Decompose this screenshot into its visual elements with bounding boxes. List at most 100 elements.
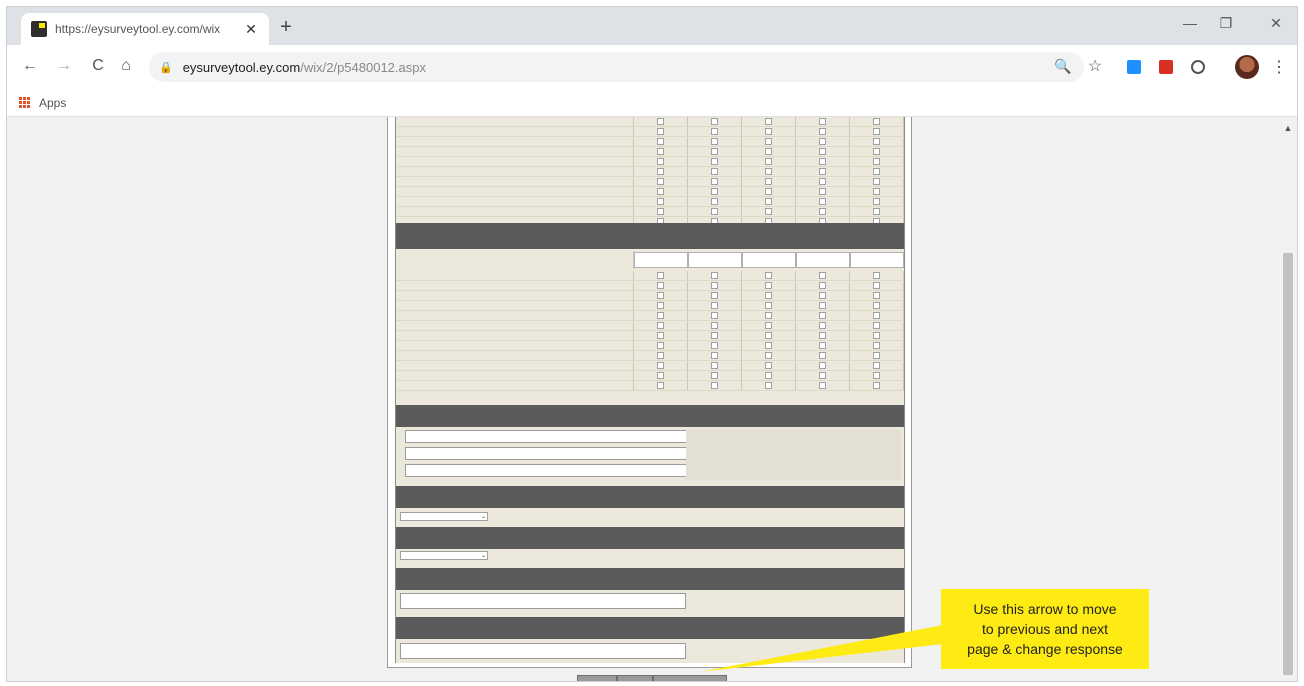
new-tab-button[interactable]: + — [275, 16, 297, 39]
rating-checkbox[interactable] — [634, 321, 688, 330]
rating-checkbox[interactable] — [688, 137, 742, 146]
rating-checkbox[interactable] — [742, 137, 796, 146]
rating-checkbox[interactable] — [688, 127, 742, 136]
rating-checkbox[interactable] — [742, 187, 796, 196]
rating-checkbox[interactable] — [634, 197, 688, 206]
rating-checkbox[interactable] — [796, 147, 850, 156]
rating-checkbox[interactable] — [634, 127, 688, 136]
rating-checkbox[interactable] — [796, 177, 850, 186]
rank-input-1[interactable] — [405, 430, 687, 443]
rating-checkbox[interactable] — [634, 271, 688, 280]
browser-tab[interactable]: https://eysurveytool.ey.com/wix ✕ — [21, 13, 269, 45]
rating-checkbox[interactable] — [796, 157, 850, 166]
back-button[interactable]: ← — [19, 57, 41, 75]
rank-input-3[interactable] — [405, 464, 687, 477]
rating-checkbox[interactable] — [634, 291, 688, 300]
rating-checkbox[interactable] — [634, 301, 688, 310]
rating-checkbox[interactable] — [796, 351, 850, 360]
rating-checkbox[interactable] — [796, 341, 850, 350]
address-bar[interactable]: 🔒 eysurveytool.ey.com /wix/2/p5480012.as… — [149, 52, 1084, 82]
rating-checkbox[interactable] — [688, 147, 742, 156]
rating-checkbox[interactable] — [688, 311, 742, 320]
apps-bookmark[interactable]: Apps — [39, 96, 66, 110]
rating-checkbox[interactable] — [742, 331, 796, 340]
rating-checkbox[interactable] — [688, 197, 742, 206]
rating-checkbox[interactable] — [634, 281, 688, 290]
rating-checkbox[interactable] — [796, 167, 850, 176]
windows-extension-icon[interactable] — [1127, 60, 1141, 74]
rating-checkbox[interactable] — [742, 207, 796, 216]
rating-checkbox[interactable] — [742, 167, 796, 176]
rating-checkbox[interactable] — [850, 137, 904, 146]
forward-button[interactable]: → — [53, 57, 75, 75]
circle-extension-icon[interactable] — [1191, 60, 1205, 74]
rating-checkbox[interactable] — [688, 321, 742, 330]
rating-checkbox[interactable] — [742, 157, 796, 166]
rating-checkbox[interactable] — [850, 177, 904, 186]
rating-checkbox[interactable] — [634, 311, 688, 320]
rating-checkbox[interactable] — [742, 371, 796, 380]
rating-checkbox[interactable] — [634, 157, 688, 166]
rating-checkbox[interactable] — [850, 187, 904, 196]
rating-checkbox[interactable] — [850, 271, 904, 280]
rating-checkbox[interactable] — [742, 117, 796, 126]
rating-checkbox[interactable] — [796, 137, 850, 146]
rating-checkbox[interactable] — [688, 291, 742, 300]
rating-checkbox[interactable] — [796, 281, 850, 290]
culture-select[interactable]: ⌄ — [400, 551, 488, 560]
red-extension-icon[interactable] — [1159, 60, 1173, 74]
rating-checkbox[interactable] — [796, 381, 850, 390]
rating-checkbox[interactable] — [742, 127, 796, 136]
rating-checkbox[interactable] — [850, 147, 904, 156]
rating-checkbox[interactable] — [850, 281, 904, 290]
rating-checkbox[interactable] — [850, 117, 904, 126]
rating-checkbox[interactable] — [688, 341, 742, 350]
rating-checkbox[interactable] — [688, 187, 742, 196]
page-scrollbar[interactable]: ▲ — [1279, 117, 1297, 681]
bookmark-star-icon[interactable]: ☆ — [1085, 56, 1105, 76]
rating-checkbox[interactable] — [742, 381, 796, 390]
home-button[interactable]: ⌂ — [115, 57, 137, 75]
rating-checkbox[interactable] — [634, 341, 688, 350]
rating-checkbox[interactable] — [634, 381, 688, 390]
rating-checkbox[interactable] — [742, 281, 796, 290]
rating-checkbox[interactable] — [850, 207, 904, 216]
rating-checkbox[interactable] — [850, 341, 904, 350]
rating-checkbox[interactable] — [634, 147, 688, 156]
rating-checkbox[interactable] — [796, 117, 850, 126]
rating-checkbox[interactable] — [796, 311, 850, 320]
rating-checkbox[interactable] — [850, 351, 904, 360]
rating-checkbox[interactable] — [850, 127, 904, 136]
apps-grid-icon[interactable] — [19, 96, 31, 109]
rating-checkbox[interactable] — [634, 351, 688, 360]
rating-checkbox[interactable] — [634, 207, 688, 216]
rating-checkbox[interactable] — [850, 291, 904, 300]
rating-checkbox[interactable] — [634, 361, 688, 370]
rating-checkbox[interactable] — [796, 187, 850, 196]
rating-checkbox[interactable] — [688, 331, 742, 340]
rating-checkbox[interactable] — [796, 301, 850, 310]
rating-checkbox[interactable] — [688, 301, 742, 310]
close-tab-icon[interactable]: ✕ — [243, 21, 259, 38]
rating-checkbox[interactable] — [850, 167, 904, 176]
rating-checkbox[interactable] — [796, 127, 850, 136]
rating-checkbox[interactable] — [850, 301, 904, 310]
rating-checkbox[interactable] — [688, 207, 742, 216]
rating-checkbox[interactable] — [634, 331, 688, 340]
profile-avatar[interactable] — [1235, 55, 1259, 79]
rating-checkbox[interactable] — [850, 157, 904, 166]
rating-checkbox[interactable] — [742, 271, 796, 280]
rating-checkbox[interactable] — [850, 371, 904, 380]
rating-checkbox[interactable] — [742, 301, 796, 310]
rating-checkbox[interactable] — [688, 271, 742, 280]
rating-checkbox[interactable] — [850, 321, 904, 330]
rating-checkbox[interactable] — [850, 381, 904, 390]
previous-page-button[interactable] — [577, 675, 617, 681]
rating-checkbox[interactable] — [634, 167, 688, 176]
rating-checkbox[interactable] — [688, 361, 742, 370]
rating-checkbox[interactable] — [634, 371, 688, 380]
minimize-button[interactable]: — — [1175, 15, 1205, 31]
rating-checkbox[interactable] — [742, 351, 796, 360]
rating-checkbox[interactable] — [742, 321, 796, 330]
rank-input-2[interactable] — [405, 447, 687, 460]
